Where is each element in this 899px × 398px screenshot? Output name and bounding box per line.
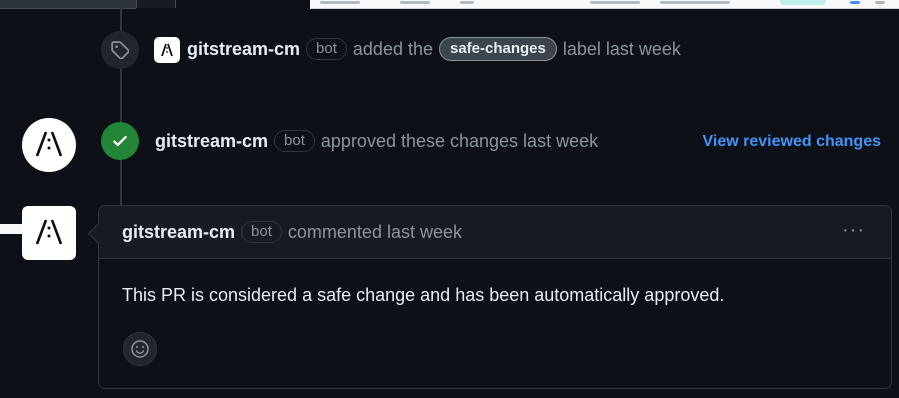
gitstream-logo-icon (157, 40, 177, 60)
pr-timeline: gitstream-cm bot added the safe-changes … (0, 0, 899, 398)
gitstream-logo-icon (35, 219, 63, 245)
author-avatar[interactable] (154, 37, 180, 63)
label-event-text: gitstream-cm bot added the safe-changes … (187, 37, 681, 61)
comment-header: gitstream-cm bot commented last week ··· (99, 206, 891, 259)
add-reaction-button[interactable] (123, 332, 157, 366)
gitstream-logo-icon (35, 131, 63, 157)
comment-card: gitstream-cm bot commented last week ···… (87, 205, 892, 389)
comment-body: This PR is considered a safe change and … (122, 285, 725, 305)
approval-event-text: gitstream-cm bot approved these changes … (155, 129, 598, 153)
tag-icon (101, 31, 139, 69)
bot-badge: bot (274, 130, 315, 152)
event-action-text: approved these changes last week (320, 131, 599, 151)
background-window-edge (0, 224, 22, 234)
bot-badge: bot (306, 38, 347, 60)
author-link[interactable]: gitstream-cm (122, 220, 235, 244)
comment-header-text: gitstream-cm bot commented last week (122, 220, 462, 244)
browser-tab (136, 0, 176, 8)
smiley-icon (131, 340, 149, 358)
bot-badge: bot (241, 221, 282, 243)
label-chip[interactable]: safe-changes (438, 37, 557, 61)
browser-tab-strip (0, 0, 136, 9)
author-link[interactable]: gitstream-cm (155, 129, 268, 153)
event-action-suffix: label last week (562, 39, 681, 59)
kebab-menu-icon[interactable]: ··· (842, 220, 865, 240)
author-link[interactable]: gitstream-cm (187, 37, 300, 61)
reviewer-avatar[interactable] (22, 118, 76, 172)
event-action-text: added the (352, 39, 433, 59)
browser-bookmarks-bar (310, 0, 899, 9)
commenter-avatar[interactable] (22, 206, 76, 260)
comment-action-text: commented last week (287, 222, 462, 242)
check-icon (101, 122, 139, 160)
view-reviewed-changes-link[interactable]: View reviewed changes (703, 131, 881, 153)
